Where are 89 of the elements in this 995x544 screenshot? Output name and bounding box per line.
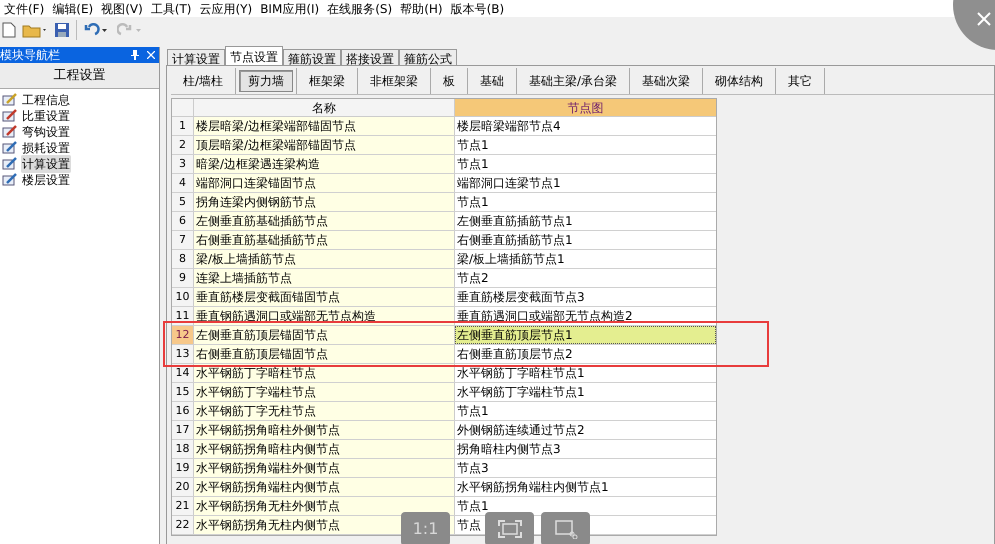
row-number: 8 [172,250,194,268]
sub-tab[interactable]: 剪力墙 [239,70,294,92]
row-number: 22 [172,516,194,534]
table-cell: 左侧垂直筋顶层锚固节点 [194,326,455,344]
table-cell: 顶层暗梁/边框梁端部锚固节点 [194,136,455,154]
sub-tab[interactable]: 非框架梁 [361,70,428,92]
row-number: 19 [172,459,194,477]
settings-item-icon [2,157,18,171]
row-number: 6 [172,212,194,230]
table-cell: 右侧垂直筋顶层锚固节点 [194,345,455,363]
row-number: 9 [172,269,194,287]
table-cell: 水平钢筋拐角端柱内侧节点 [194,478,455,496]
tab[interactable]: 搭接设置 [341,49,399,65]
table-cell: 暗梁/边框梁遇连梁构造 [194,155,455,173]
save-icon[interactable] [54,22,70,38]
row-number: 18 [172,440,194,458]
sub-tab[interactable]: 其它 [779,70,822,92]
row-number: 10 [172,288,194,306]
table-cell: 楼层暗梁/边框梁端部锚固节点 [194,117,455,135]
sub-tab[interactable]: 基础次梁 [633,70,700,92]
menu-item[interactable]: BIM应用(I) [256,0,324,18]
screenshot-icon [554,519,578,539]
menu-item[interactable]: 帮助(H) [396,0,447,18]
sub-tab[interactable]: 框架梁 [300,70,354,92]
table-cell: 水平钢筋拐角暗柱外侧节点 [194,421,455,439]
fit-screen-button[interactable] [485,512,534,544]
row-number: 12 [172,326,194,344]
settings-item-icon [2,141,18,155]
row-number: 15 [172,383,194,401]
row-number: 7 [172,231,194,249]
row-number: 1 [172,117,194,135]
screenshot-button[interactable] [541,512,590,544]
row-number: 21 [172,497,194,515]
row-number: 17 [172,421,194,439]
table-cell: 梁/板上墙插筋节点 [194,250,455,268]
tab[interactable]: 箍筋设置 [283,49,341,65]
column-header: 节点图 [455,99,716,116]
nav-item[interactable]: 工程信息 [21,91,71,109]
menu-item[interactable]: 工具(T) [146,0,196,18]
tab[interactable]: 箍筋公式 [399,49,457,65]
fit-screen-icon [498,520,522,538]
nav-item[interactable]: 损耗设置 [21,139,71,157]
table-cell: 拐角连梁内侧钢筋节点 [194,193,455,211]
table-cell: 左侧垂直筋基础插筋节点 [194,212,455,230]
settings-item-icon [2,109,18,123]
menu-item[interactable]: 在线服务(S) [323,0,396,18]
tab[interactable]: 计算设置 [167,49,225,65]
settings-item-icon [2,125,18,139]
sub-tab[interactable]: 砌体结构 [706,70,772,92]
row-number: 20 [172,478,194,496]
row-number: 3 [172,155,194,173]
new-file-icon[interactable] [2,22,16,38]
sub-tab[interactable]: 板 [434,70,464,92]
row-number: 4 [172,174,194,192]
nav-item[interactable]: 弯钩设置 [21,123,71,141]
nav-item[interactable]: 计算设置 [21,155,71,173]
sub-tab[interactable]: 柱/墙柱 [174,70,232,92]
section-header[interactable]: 工程设置 [0,63,159,89]
nav-item[interactable]: 楼层设置 [21,171,71,189]
table-cell: 垂直筋楼层变截面锚固节点 [194,288,455,306]
table-cell: 连梁上墙插筋节点 [194,269,455,287]
sub-tab[interactable]: 基础 [471,70,514,92]
menu-item[interactable]: 视图(V) [97,0,147,18]
menu-item[interactable]: 编辑(E) [48,0,98,18]
row-number: 5 [172,193,194,211]
table-cell: 水平钢筋拐角暗柱内侧节点 [194,440,455,458]
row-number: 16 [172,402,194,420]
close-icon[interactable] [147,51,155,59]
menu-item[interactable]: 云应用(Y) [196,0,256,18]
table-cell: 水平钢筋丁字端柱节点 [194,383,455,401]
tab[interactable]: 节点设置 [225,46,283,65]
settings-item-icon [2,173,18,187]
table-cell: 右侧垂直筋基础插筋节点 [194,231,455,249]
table-cell: 端部洞口连梁锚固节点 [194,174,455,192]
table-cell[interactable]: 左侧垂直筋顶层节点1 [455,326,716,344]
row-number: 2 [172,136,194,154]
row-number: 13 [172,345,194,363]
column-header: 名称 [194,99,455,116]
table-cell: 水平钢筋拐角无柱外侧节点 [194,497,455,515]
menu-item[interactable]: 版本号(B) [446,0,508,18]
close-icon [977,12,991,26]
table-cell: 水平钢筋拐角端柱外侧节点 [194,459,455,477]
menu-item[interactable]: 文件(F) [0,0,48,18]
settings-item-icon [2,93,18,107]
pin-icon[interactable] [131,50,139,60]
table-cell: 水平钢筋丁字无柱节点 [194,402,455,420]
nav-item[interactable]: 比重设置 [21,107,71,125]
panel-title: 模块导航栏 [0,47,60,64]
sub-tab[interactable]: 基础主梁/承台梁 [520,70,626,92]
